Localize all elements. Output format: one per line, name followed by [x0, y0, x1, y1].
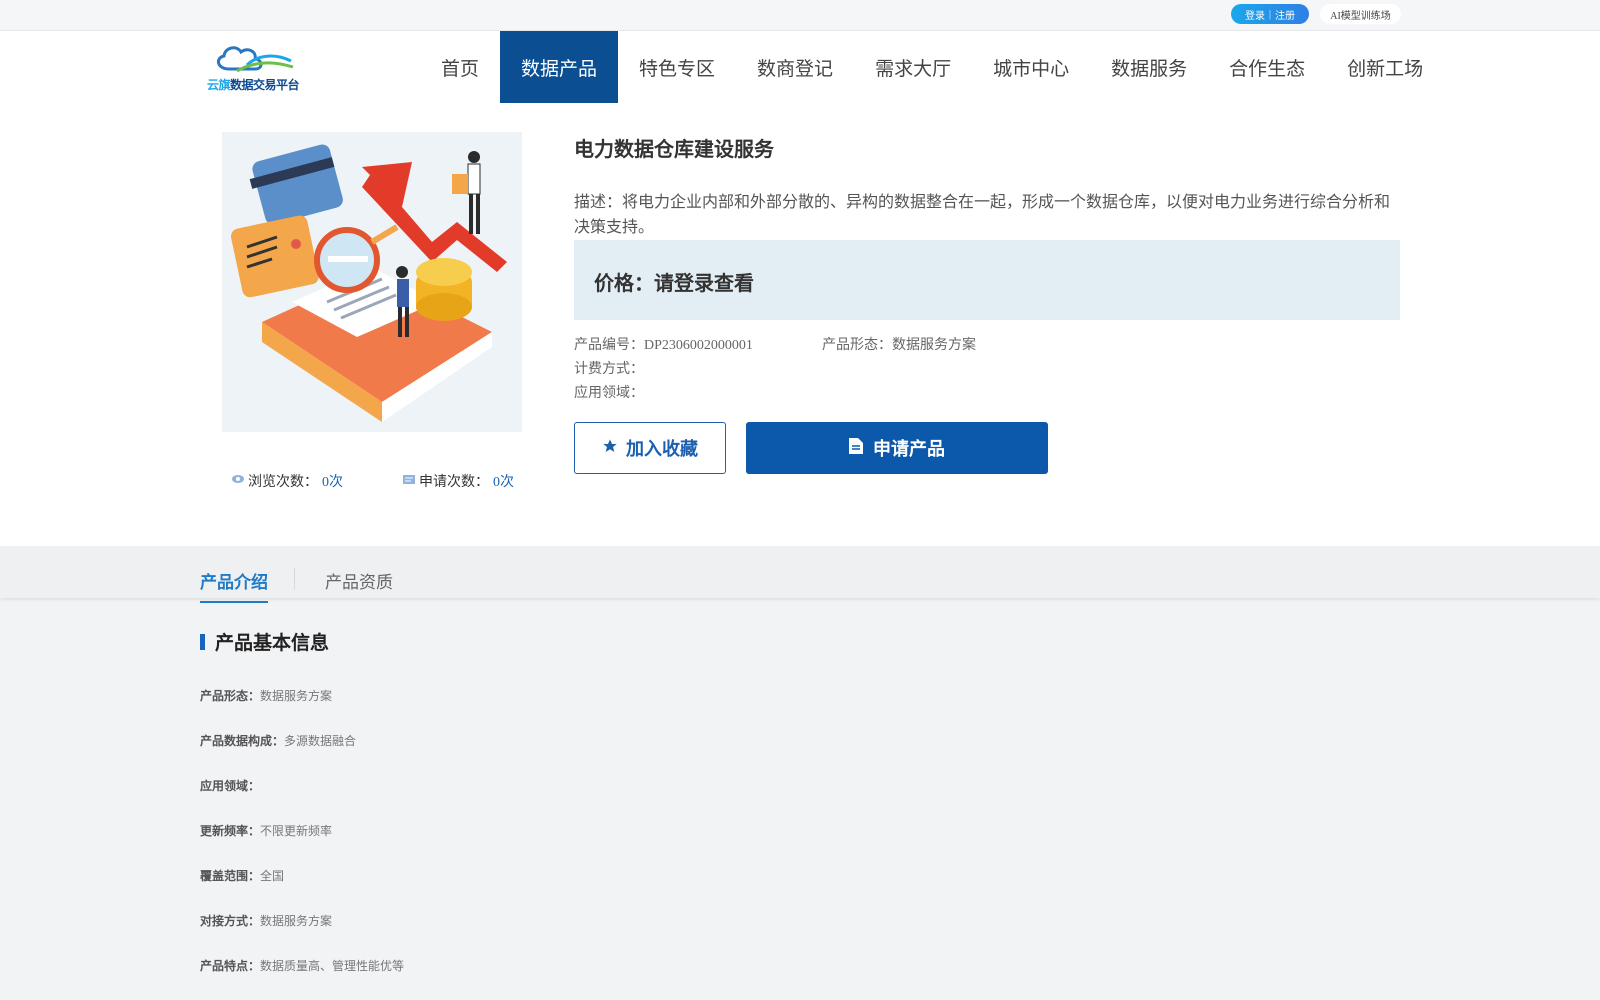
site-logo[interactable]: 云旗数据交易平台: [207, 41, 303, 93]
logo-text: 云旗数据交易平台: [207, 78, 300, 92]
view-count: 浏览次数： 0次: [232, 471, 343, 491]
section-header: 产品基本信息: [200, 628, 329, 655]
info-row: 对接方式：数据服务方案: [200, 914, 333, 928]
product-tabs: 产品介绍 产品资质: [0, 546, 1600, 603]
nav-item-innovation-lab[interactable]: 创新工场: [1326, 31, 1444, 103]
nav-item-merchant-register[interactable]: 数商登记: [736, 31, 854, 103]
view-count-label: 浏览次数：: [248, 475, 318, 490]
main-nav: 首页 数据产品 特色专区 数商登记 需求大厅 城市中心 数据服务 合作生态 创新…: [420, 31, 1444, 103]
price-box: 价格：请登录查看: [574, 240, 1400, 320]
nav-item-data-services[interactable]: 数据服务: [1090, 31, 1208, 103]
info-row: 应用领域：: [200, 779, 261, 793]
nav-item-data-products[interactable]: 数据产品: [500, 31, 619, 103]
tab-product-qualification[interactable]: 产品资质: [325, 568, 393, 593]
top-utility-bar: 登录 | 注册 AI模型训练场: [0, 0, 1600, 31]
info-row: 产品形态：数据服务方案: [200, 689, 333, 703]
info-row: 产品特点：数据质量高、管理性能优等: [200, 959, 405, 973]
price-text: 价格：请登录查看: [594, 273, 754, 295]
eye-icon: [232, 473, 244, 489]
billing-method: 计费方式：: [574, 362, 644, 377]
view-count-value: 0次: [322, 475, 343, 490]
apply-product-label: 申请产品: [873, 439, 945, 459]
info-row: 覆盖范围：全国: [200, 869, 285, 883]
product-code: 产品编号：DP2306002000001: [574, 338, 753, 353]
star-icon: [602, 438, 618, 459]
ai-training-link[interactable]: AI模型训练场: [1320, 4, 1401, 24]
tab-divider: [294, 568, 295, 590]
product-title: 电力数据仓库建设服务: [574, 139, 774, 161]
nav-item-featured-zone[interactable]: 特色专区: [618, 31, 736, 103]
add-favorite-label: 加入收藏: [626, 439, 698, 459]
application-domain: 应用领域：: [574, 386, 644, 401]
nav-item-partners[interactable]: 合作生态: [1208, 31, 1326, 103]
product-detail: 浏览次数： 0次 申请次数： 0次 电力数据仓库建设服务 描述：将电力企业内部和外部…: [0, 103, 1600, 546]
apply-count-value: 0次: [493, 475, 514, 490]
section-accent-bar: [200, 633, 205, 650]
info-row: 产品数据构成：多源数据融合: [200, 734, 357, 748]
auth-pill: 登录 | 注册: [1231, 4, 1309, 24]
login-link[interactable]: 登录: [1245, 7, 1265, 22]
tab-product-intro[interactable]: 产品介绍: [200, 568, 268, 603]
apply-icon: [403, 473, 415, 489]
apply-product-button[interactable]: 申请产品: [746, 422, 1048, 474]
section-title: 产品基本信息: [215, 633, 330, 654]
auth-separator: |: [1268, 8, 1271, 20]
document-icon: [849, 437, 863, 459]
apply-count-label: 申请次数：: [419, 475, 489, 490]
register-link[interactable]: 注册: [1275, 7, 1295, 22]
logo-cloud-icon: [216, 46, 294, 73]
product-description: 描述：将电力企业内部和外部分散的、异构的数据整合在一起，形成一个数据仓库，以便对…: [574, 194, 1391, 236]
nav-item-demand-hall[interactable]: 需求大厅: [854, 31, 972, 103]
apply-count: 申请次数： 0次: [403, 471, 514, 491]
product-form: 产品形态：数据服务方案: [822, 338, 976, 353]
info-row: 更新频率：不限更新频率: [200, 824, 333, 838]
product-illustration: [222, 132, 522, 432]
nav-item-city-center[interactable]: 城市中心: [972, 31, 1090, 103]
main-header: 云旗数据交易平台 首页 数据产品 特色专区 数商登记 需求大厅 城市中心 数据服…: [0, 31, 1600, 103]
nav-item-home[interactable]: 首页: [420, 31, 500, 103]
add-favorite-button[interactable]: 加入收藏: [574, 422, 726, 474]
